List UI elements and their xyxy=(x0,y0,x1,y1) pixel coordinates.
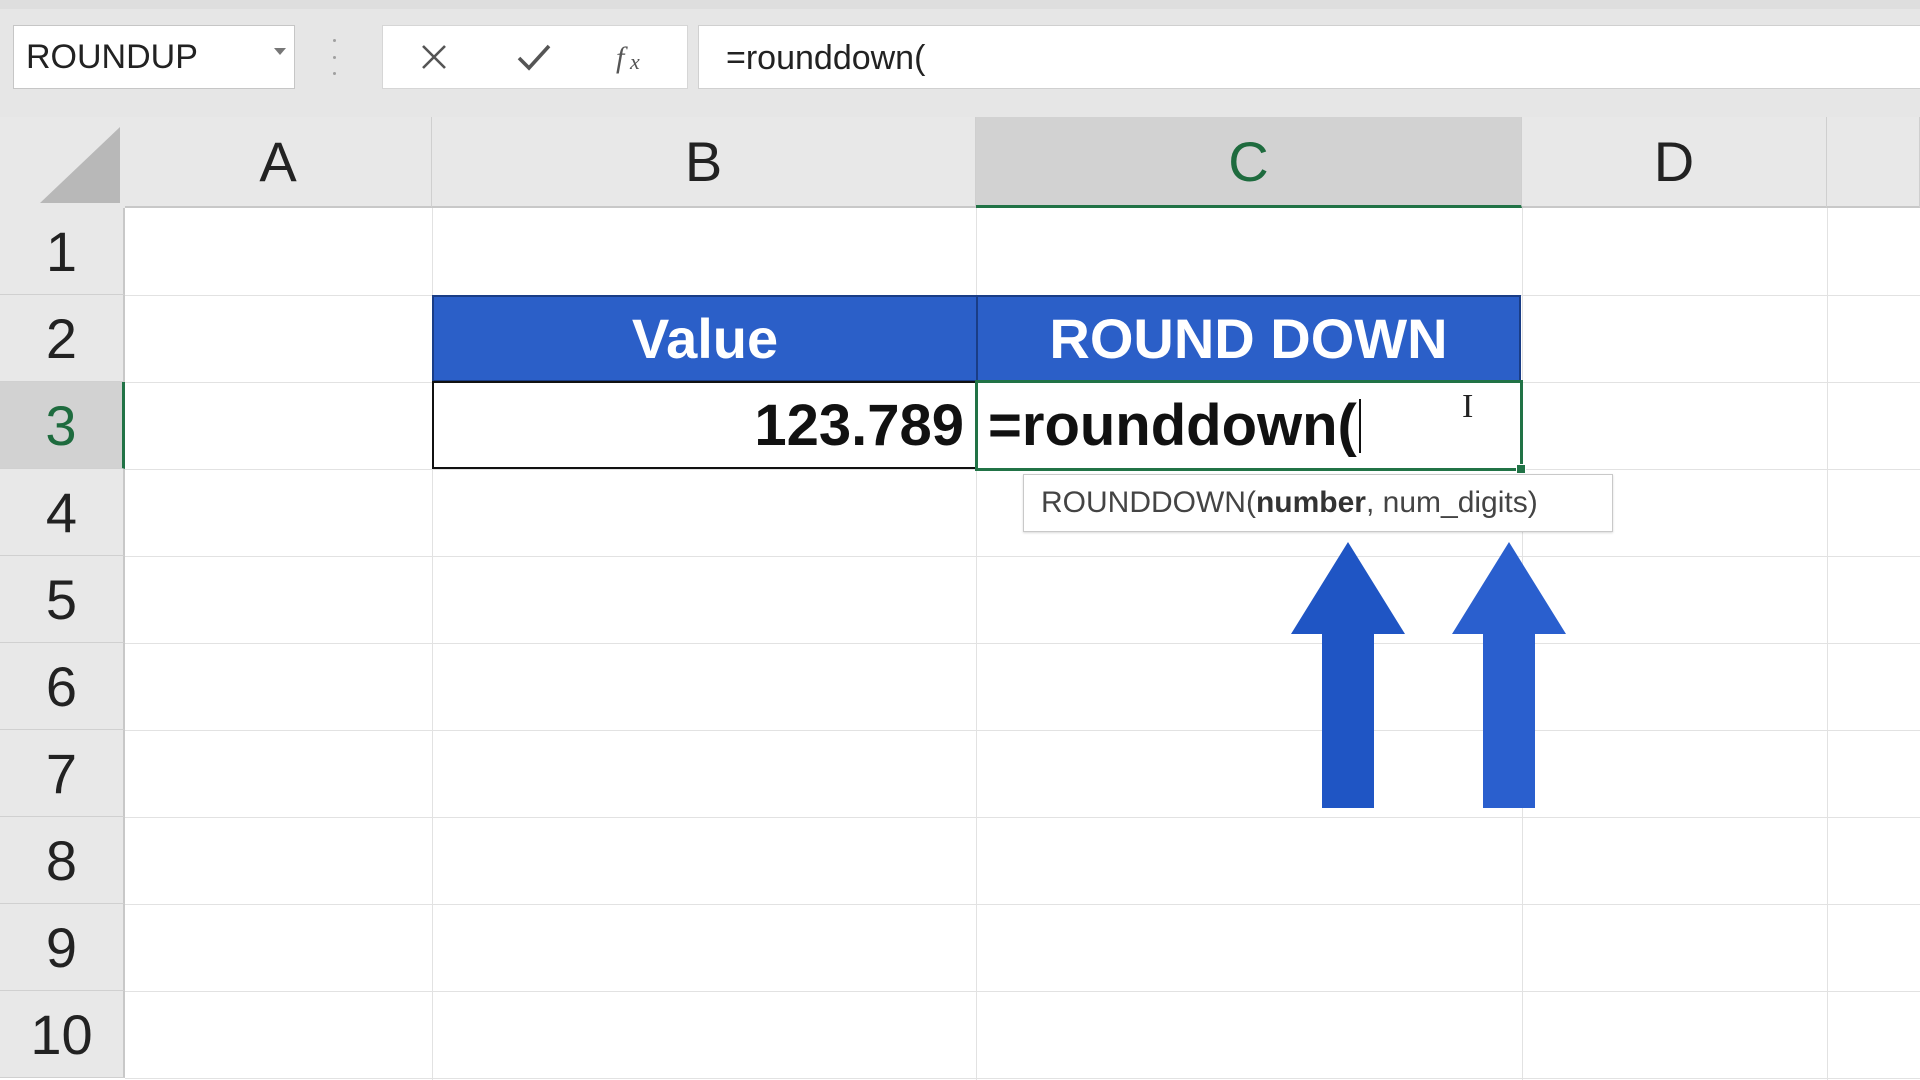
function-tooltip: ROUNDDOWN(number, num_digits) xyxy=(1023,474,1613,532)
row-header-3[interactable]: 3 xyxy=(0,382,125,469)
fx-icon[interactable]: f x xyxy=(599,26,669,88)
gridline xyxy=(125,556,1920,557)
formula-bar: ROUNDUP f x =rounddown( xyxy=(0,9,1920,117)
select-all-corner[interactable] xyxy=(0,117,125,208)
formula-text: =rounddown( xyxy=(726,39,926,77)
formula-bar-resize-handle[interactable] xyxy=(331,39,337,75)
row-header-6[interactable]: 6 xyxy=(0,643,125,730)
active-cell-editor[interactable]: =rounddown( xyxy=(975,380,1523,471)
gridline xyxy=(125,817,1920,818)
row-header-4[interactable]: 4 xyxy=(0,469,125,556)
column-header-e[interactable] xyxy=(1827,117,1920,208)
gridline xyxy=(125,730,1920,731)
name-box[interactable]: ROUNDUP xyxy=(13,25,295,89)
active-cell-text: =rounddown( xyxy=(988,393,1357,458)
tooltip-arg-number[interactable]: number xyxy=(1256,486,1366,520)
gridline xyxy=(125,991,1920,992)
row-header-10[interactable]: 10 xyxy=(0,991,125,1078)
cancel-icon[interactable] xyxy=(399,26,469,88)
fill-handle[interactable] xyxy=(1516,464,1526,474)
text-caret xyxy=(1358,398,1361,453)
up-arrow-icon xyxy=(1452,542,1566,808)
tooltip-function-name: ROUNDDOWN( xyxy=(1041,486,1256,519)
gridline xyxy=(1827,208,1828,1080)
gridline xyxy=(125,1078,1920,1079)
enter-icon[interactable] xyxy=(499,26,569,88)
column-header-d[interactable]: D xyxy=(1522,117,1827,208)
ibeam-cursor-icon: I xyxy=(1462,388,1474,425)
table-header-value[interactable]: Value xyxy=(432,295,977,382)
gridline xyxy=(125,643,1920,644)
value-cell[interactable]: 123.789 xyxy=(432,381,977,469)
window-top-strip xyxy=(0,0,1920,9)
formula-input[interactable]: =rounddown( xyxy=(698,25,1920,89)
svg-text:x: x xyxy=(629,49,640,74)
row-header-5[interactable]: 5 xyxy=(0,556,125,643)
gridline xyxy=(125,904,1920,905)
column-header-a[interactable]: A xyxy=(125,117,432,208)
spreadsheet-grid: A B C D 1 2 3 4 5 6 7 8 9 10 xyxy=(0,117,1920,1080)
row-header-9[interactable]: 9 xyxy=(0,904,125,991)
row-header-2[interactable]: 2 xyxy=(0,295,125,382)
row-header-7[interactable]: 7 xyxy=(0,730,125,817)
dropdown-arrow-icon[interactable] xyxy=(274,48,286,55)
table-header-round-down[interactable]: ROUND DOWN xyxy=(976,295,1521,382)
row-header-8[interactable]: 8 xyxy=(0,817,125,904)
name-box-value: ROUNDUP xyxy=(26,38,198,76)
svg-text:f: f xyxy=(616,41,628,74)
tooltip-arg-rest[interactable]: , num_digits) xyxy=(1366,486,1538,520)
row-header-1[interactable]: 1 xyxy=(0,208,125,295)
up-arrow-icon xyxy=(1291,542,1405,808)
column-header-b[interactable]: B xyxy=(432,117,976,208)
formula-buttons: f x xyxy=(382,25,688,89)
column-header-c[interactable]: C xyxy=(976,117,1522,208)
